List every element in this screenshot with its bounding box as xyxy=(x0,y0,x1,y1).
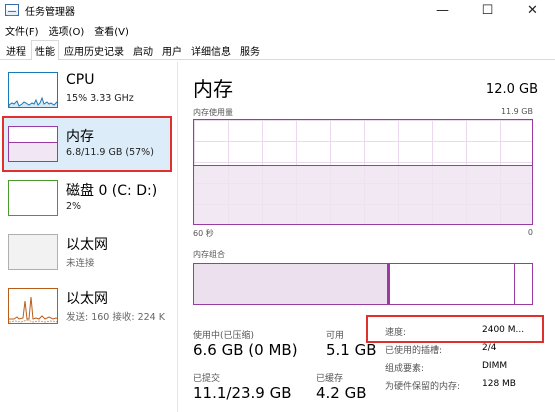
composition-label: 内存组合 xyxy=(193,250,225,259)
tab-users[interactable]: 用户 xyxy=(158,41,186,59)
detail-form-factor-label: 组成要素: xyxy=(385,364,425,374)
sidebar-disk-sub: 2% xyxy=(66,201,82,212)
ethernet-1-thumbnail-graph xyxy=(8,234,58,270)
tab-strip: 进程 性能 应用历史记录 启动 用户 详细信息 服务 xyxy=(0,40,555,60)
detail-slots-label: 已使用的插槽: xyxy=(385,346,443,356)
resource-sidebar: CPU 15% 3.33 GHz 内存 6.8/11.9 GB (57%) 磁盘… xyxy=(0,62,178,412)
sidebar-cpu-title: CPU xyxy=(66,72,95,88)
usage-label: 内存使用量 xyxy=(193,108,233,117)
menu-options[interactable]: 选项(O) xyxy=(44,23,90,38)
menu-view[interactable]: 查看(V) xyxy=(89,23,134,38)
tab-app-history[interactable]: 应用历史记录 xyxy=(60,41,128,59)
sidebar-memory-sub: 6.8/11.9 GB (57%) xyxy=(66,147,154,158)
cached-value: 4.2 GB xyxy=(316,384,367,402)
memory-composition-bar xyxy=(193,263,533,305)
composition-modified xyxy=(388,264,390,304)
sidebar-ethernet-2-sub: 发送: 160 接收: 224 K xyxy=(66,312,165,323)
menu-bar: 文件(F) 选项(O) 查看(V) xyxy=(0,21,134,39)
page-title: 内存 xyxy=(193,77,233,101)
sidebar-item-memory[interactable]: 内存 6.8/11.9 GB (57%) xyxy=(0,116,176,170)
detail-speed-label: 速度: xyxy=(385,328,407,338)
sidebar-item-cpu[interactable]: CPU 15% 3.33 GHz xyxy=(0,62,176,116)
detail-speed-value: 2400 M... xyxy=(482,325,525,335)
tab-performance[interactable]: 性能 xyxy=(31,40,59,60)
title-bar: 任务管理器 — ☐ ✕ xyxy=(0,0,555,20)
composition-in-use xyxy=(194,264,388,304)
tab-processes[interactable]: 进程 xyxy=(2,41,30,59)
sidebar-ethernet-1-title: 以太网 xyxy=(66,237,108,253)
ethernet-2-thumbnail-graph xyxy=(8,288,58,324)
tab-services[interactable]: 服务 xyxy=(236,41,264,59)
cached-label: 已缓存 xyxy=(316,374,344,384)
sidebar-cpu-sub: 15% 3.33 GHz xyxy=(66,93,134,104)
composition-standby-divider xyxy=(514,264,515,304)
disk-thumbnail-graph xyxy=(8,180,58,216)
committed-label: 已提交 xyxy=(193,374,221,384)
task-manager-icon xyxy=(5,4,19,16)
sidebar-disk-title: 磁盘 0 (C: D:) xyxy=(66,183,158,199)
sidebar-ethernet-2-title: 以太网 xyxy=(66,291,108,307)
total-memory: 12.0 GB xyxy=(485,82,538,97)
in-use-value: 6.6 GB (0 MB) xyxy=(193,341,298,359)
graph-time-right-label: 0 xyxy=(527,228,533,237)
detail-reserved-value: 128 MB xyxy=(482,379,516,389)
memory-usage-fill xyxy=(194,164,532,224)
sidebar-item-ethernet-2[interactable]: 以太网 发送: 160 接收: 224 K xyxy=(0,278,176,332)
detail-slots-value: 2/4 xyxy=(482,343,497,353)
cpu-thumbnail-graph xyxy=(8,72,58,108)
tab-startup[interactable]: 启动 xyxy=(129,41,157,59)
window-title: 任务管理器 xyxy=(25,6,75,18)
tab-details[interactable]: 详细信息 xyxy=(187,41,235,59)
usage-max-label: 11.9 GB xyxy=(500,107,533,116)
sidebar-ethernet-1-sub: 未连接 xyxy=(66,258,95,269)
memory-usage-graph xyxy=(193,119,533,225)
minimize-button[interactable]: — xyxy=(420,0,465,20)
sidebar-item-ethernet-1[interactable]: 以太网 未连接 xyxy=(0,224,176,278)
detail-form-factor-value: DIMM xyxy=(482,361,508,371)
maximize-button[interactable]: ☐ xyxy=(465,0,510,20)
close-button[interactable]: ✕ xyxy=(510,0,555,20)
sidebar-item-disk[interactable]: 磁盘 0 (C: D:) 2% xyxy=(0,170,176,224)
menu-file[interactable]: 文件(F) xyxy=(0,23,44,38)
detail-reserved-label: 为硬件保留的内存: xyxy=(385,382,461,392)
sidebar-memory-title: 内存 xyxy=(66,129,94,145)
available-value: 5.1 GB xyxy=(326,341,377,359)
graph-time-left-label: 60 秒 xyxy=(193,229,214,238)
committed-value: 11.1/23.9 GB xyxy=(193,384,292,402)
memory-thumbnail-graph xyxy=(8,126,58,162)
in-use-label: 使用中(已压缩) xyxy=(193,331,255,341)
available-label: 可用 xyxy=(326,331,345,341)
